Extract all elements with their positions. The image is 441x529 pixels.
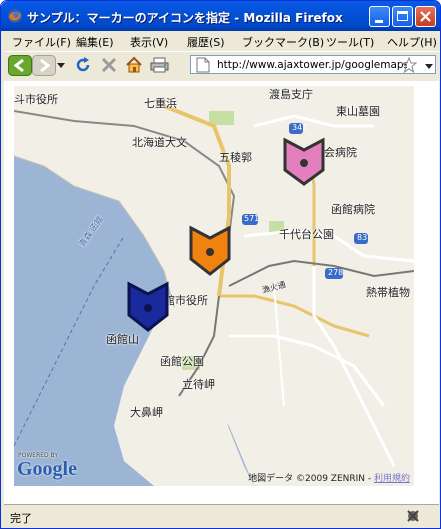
place-hakodate-hospital: 函館病院	[331, 203, 375, 216]
place-tachimachi: 立待岬	[182, 378, 215, 391]
menu-edit[interactable]: 編集(E)	[76, 34, 114, 50]
place-city-office-left: 斗市役所	[14, 93, 58, 106]
menu-file[interactable]: ファイル(F)	[12, 34, 71, 50]
close-button[interactable]	[415, 6, 436, 27]
menu-bookmarks[interactable]: ブックマーク(B)	[242, 34, 324, 50]
browser-window: サンプル：マーカーのアイコンを指定 - Mozilla Firefox ファイル…	[0, 0, 441, 529]
history-dropdown-icon[interactable]	[57, 61, 65, 69]
navigation-toolbar: http://www.ajaxtower.jp/googlemaps/	[4, 51, 439, 80]
title-bar: サンプル：マーカーのアイコンを指定 - Mozilla Firefox	[1, 1, 440, 31]
route-83: 83	[357, 233, 368, 242]
place-hospital-a: 会病院	[324, 146, 357, 159]
security-status-icon[interactable]	[405, 508, 421, 524]
place-ohana: 大鼻岬	[130, 406, 163, 419]
forward-button[interactable]	[32, 55, 56, 76]
menu-bar: ファイル(F) 編集(E) 表示(V) 履歴(S) ブックマーク(B) ツール(…	[4, 31, 439, 51]
map-marker-blue[interactable]	[126, 281, 170, 333]
menu-tools[interactable]: ツール(T)	[326, 34, 374, 50]
menu-help[interactable]: ヘルプ(H)	[387, 34, 437, 50]
route-278: 278	[328, 268, 344, 277]
print-icon[interactable]	[150, 56, 170, 74]
maximize-icon	[397, 11, 408, 21]
place-city-office: 館市役所	[164, 294, 208, 307]
firefox-icon	[8, 9, 22, 23]
stop-icon[interactable]	[100, 56, 118, 74]
status-bar: 完了	[4, 504, 439, 528]
route-347: 347	[292, 123, 308, 132]
window-title: サンプル：マーカーのアイコンを指定 - Mozilla Firefox	[27, 11, 343, 25]
menu-history[interactable]: 履歴(S)	[187, 34, 225, 50]
page-icon	[196, 57, 210, 73]
back-button[interactable]	[8, 55, 32, 76]
place-nanae: 七重浜	[144, 97, 177, 110]
place-higashiyama: 東山墓園	[336, 105, 380, 118]
url-dropdown-icon[interactable]	[425, 62, 433, 70]
attribution-text: 地図データ ©2009 ZENRIN -	[248, 474, 374, 484]
place-hokkaido: 北海道大文	[132, 136, 187, 149]
bookmark-star-icon[interactable]	[401, 57, 417, 73]
google-map[interactable]: 347 571 83 278 斗市役所 七重浜 北海道大文 五稜郭 渡島支庁 東…	[14, 86, 414, 486]
maximize-button[interactable]	[392, 6, 413, 27]
reload-icon[interactable]	[74, 56, 92, 74]
close-icon	[420, 11, 431, 22]
minimize-button[interactable]	[369, 6, 390, 27]
place-park: 函館公園	[160, 355, 204, 368]
url-text: http://www.ajaxtower.jp/googlemaps/	[217, 59, 407, 71]
place-nettai: 熱帯植物	[366, 286, 410, 299]
map-marker-pink[interactable]	[282, 137, 326, 187]
place-chiyogadai: 千代台公園	[279, 228, 334, 241]
place-tobetsu: 渡島支庁	[269, 88, 313, 101]
google-logo[interactable]: Google	[17, 458, 77, 481]
place-hakodateyama: 函館山	[106, 333, 139, 346]
terms-link[interactable]: 利用規約	[374, 474, 410, 484]
map-attribution: 地図データ ©2009 ZENRIN - 利用規約	[248, 471, 410, 484]
route-571: 571	[244, 214, 260, 223]
menu-view[interactable]: 表示(V)	[130, 34, 168, 50]
page-content: 347 571 83 278 斗市役所 七重浜 北海道大文 五稜郭 渡島支庁 東…	[4, 81, 439, 504]
status-text: 完了	[10, 512, 32, 525]
address-bar[interactable]: http://www.ajaxtower.jp/googlemaps/	[190, 55, 436, 74]
minimize-icon	[375, 20, 383, 23]
map-marker-orange[interactable]	[188, 225, 232, 277]
home-icon[interactable]	[125, 56, 143, 74]
place-goryokaku: 五稜郭	[219, 151, 252, 164]
